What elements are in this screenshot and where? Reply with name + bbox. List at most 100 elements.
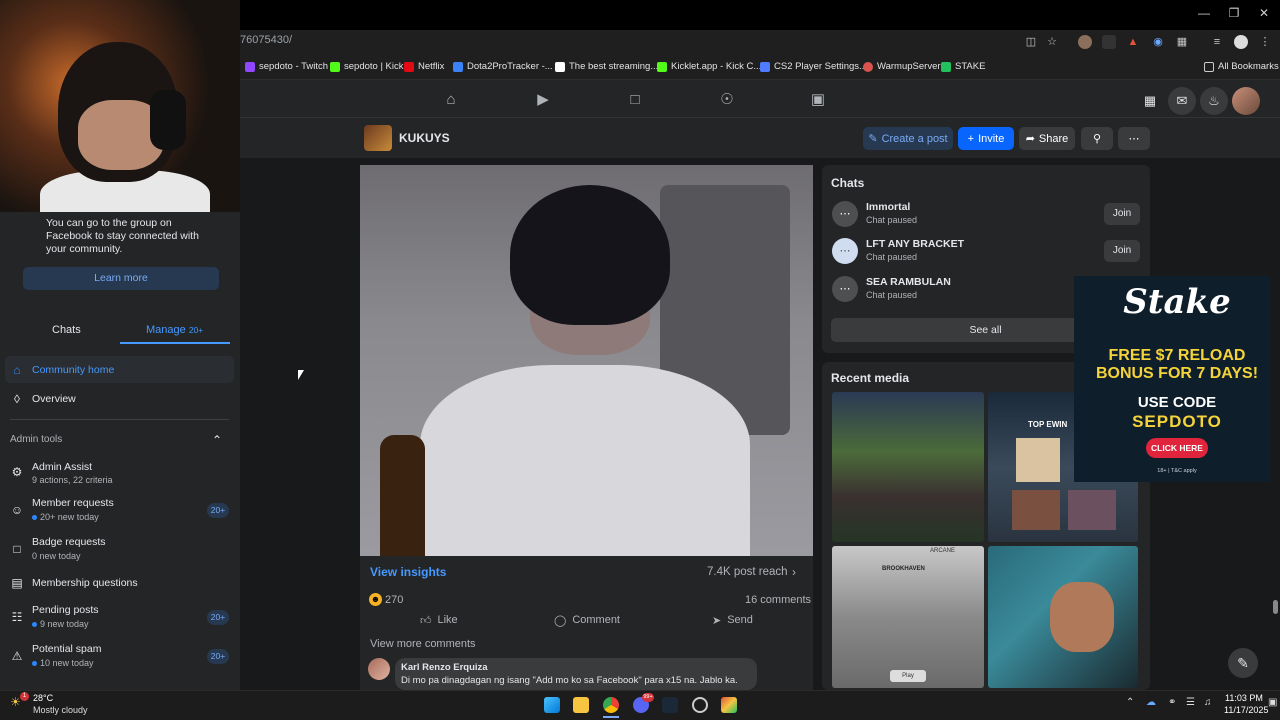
comment-count[interactable]: 16 comments bbox=[745, 594, 811, 606]
layers-icon[interactable]: ◊ bbox=[10, 392, 24, 406]
potential-spam-sub: 10 new today bbox=[32, 658, 94, 668]
bookmark-icon bbox=[330, 61, 340, 72]
minimize-button[interactable]: — bbox=[1194, 6, 1214, 22]
groups-icon[interactable]: ☉ bbox=[717, 90, 737, 110]
edit-icon: ✎ bbox=[868, 133, 878, 145]
post-reach[interactable]: 7.4K post reach bbox=[707, 566, 788, 578]
page-scrollbar[interactable] bbox=[1270, 160, 1280, 690]
more-options-button[interactable]: ⋯ bbox=[1118, 127, 1150, 150]
extension-icon[interactable]: ▲ bbox=[1126, 35, 1140, 49]
learn-more-button[interactable]: Learn more bbox=[23, 267, 219, 290]
notifications-icon[interactable]: ♨ bbox=[1200, 87, 1228, 115]
messenger-icon[interactable]: ✉ bbox=[1168, 87, 1196, 115]
ad-fine-print: 18+ | T&C apply bbox=[1157, 468, 1197, 474]
haha-reaction-icon: ☻ bbox=[369, 593, 382, 606]
media-thumbnail[interactable] bbox=[988, 546, 1138, 688]
steam-icon[interactable] bbox=[662, 697, 678, 713]
group-avatar[interactable] bbox=[364, 125, 392, 151]
obs-icon[interactable] bbox=[692, 697, 708, 713]
puzzle-icon[interactable]: ▦ bbox=[1175, 35, 1189, 49]
chrome-icon[interactable] bbox=[603, 697, 619, 713]
view-more-comments[interactable]: View more comments bbox=[370, 638, 476, 650]
notifications-icon[interactable]: ▣ bbox=[1268, 697, 1277, 708]
file-explorer-icon[interactable] bbox=[573, 697, 589, 713]
share-button[interactable]: ➦ Share bbox=[1019, 127, 1075, 150]
scrollbar-thumb[interactable] bbox=[1273, 600, 1278, 614]
create-post-button[interactable]: ✎ Create a post bbox=[863, 127, 953, 150]
sidebar-item-pending-posts[interactable]: Pending posts bbox=[32, 604, 99, 616]
bookmark[interactable]: sepdoto | Kick bbox=[330, 61, 404, 72]
join-button[interactable]: Join bbox=[1104, 240, 1140, 262]
profile-avatar[interactable] bbox=[1232, 87, 1260, 115]
menu-grid-icon[interactable]: ▦ bbox=[1136, 87, 1164, 115]
click-here-button[interactable]: CLICK HERE bbox=[1146, 438, 1208, 458]
video-icon[interactable]: ▶ bbox=[533, 90, 553, 110]
bookmark[interactable]: The best streaming... bbox=[555, 61, 658, 72]
sidebar-item-potential-spam[interactable]: Potential spam bbox=[32, 643, 101, 655]
bookmark[interactable]: Kicklet.app - Kick C... bbox=[657, 61, 761, 72]
bookmark[interactable]: CS2 Player Settings... bbox=[760, 61, 867, 72]
app-icon[interactable] bbox=[721, 697, 737, 713]
clock-time[interactable]: 11:03 PM bbox=[1225, 693, 1263, 703]
bookmark[interactable]: WarmupServer bbox=[863, 61, 941, 72]
commenter-avatar[interactable] bbox=[368, 658, 390, 680]
view-insights-link[interactable]: View insights bbox=[370, 565, 446, 579]
extension-icon[interactable] bbox=[1078, 35, 1092, 49]
gaming-icon[interactable]: ▣ bbox=[808, 90, 828, 110]
all-bookmarks[interactable]: All Bookmarks bbox=[1204, 61, 1279, 72]
group-name[interactable]: KUKUYS bbox=[399, 131, 450, 145]
comment-author[interactable]: Karl Renzo Erquiza bbox=[401, 662, 488, 673]
sidebar-item-membership-questions[interactable]: Membership questions bbox=[32, 577, 138, 589]
comment-button[interactable]: ◯ Comment bbox=[554, 614, 620, 627]
media-thumbnail[interactable] bbox=[832, 392, 984, 542]
chevron-up-icon[interactable]: ⌃ bbox=[1126, 697, 1134, 708]
cast-icon[interactable]: ◫ bbox=[1024, 35, 1038, 49]
tab-manage[interactable]: Manage 20+ bbox=[146, 324, 203, 336]
like-button[interactable]: 👍︎ Like bbox=[420, 614, 458, 627]
marketplace-icon[interactable]: □ bbox=[625, 90, 645, 110]
restore-button[interactable]: ❐ bbox=[1224, 6, 1244, 22]
post-video[interactable] bbox=[360, 165, 813, 556]
temperature[interactable]: 28°C bbox=[33, 693, 53, 703]
bookmark[interactable]: sepdoto - Twitch bbox=[245, 61, 328, 72]
invite-button[interactable]: + Invite bbox=[958, 127, 1014, 150]
sidebar-item-overview[interactable]: Overview bbox=[32, 393, 76, 405]
wifi-icon[interactable]: ☰ bbox=[1186, 697, 1195, 708]
bookmark[interactable]: Netflix bbox=[404, 61, 444, 72]
more-icon[interactable]: ⋮ bbox=[1258, 35, 1272, 49]
tab-chats[interactable]: Chats bbox=[52, 324, 81, 336]
extension-icon[interactable] bbox=[1102, 35, 1116, 49]
reaction-count[interactable]: 270 bbox=[385, 594, 403, 606]
send-button[interactable]: ➤ Send bbox=[712, 614, 753, 627]
tab-search-icon[interactable]: ≡ bbox=[1210, 35, 1224, 49]
url-text[interactable]: 76075430/ bbox=[240, 34, 292, 46]
microphone-icon[interactable]: ⚭ bbox=[1168, 697, 1176, 708]
chat-name[interactable]: Immortal bbox=[866, 201, 910, 213]
sidebar-item-badge-requests[interactable]: Badge requests bbox=[32, 536, 106, 548]
sidebar-item-admin-assist[interactable]: Admin Assist bbox=[32, 461, 92, 473]
stake-ad[interactable]: Stake FREE $7 RELOAD BONUS FOR 7 DAYS! US… bbox=[1074, 276, 1280, 482]
bookmark[interactable]: STAKE bbox=[941, 61, 985, 72]
star-icon[interactable]: ☆ bbox=[1045, 35, 1059, 49]
close-button[interactable]: ✕ bbox=[1254, 6, 1274, 22]
tray-app-icon[interactable]: ☁ bbox=[1146, 697, 1156, 708]
chat-name[interactable]: SEA RAMBULAN bbox=[866, 276, 951, 288]
profile-icon[interactable] bbox=[1234, 35, 1248, 49]
chat-status: Chat paused bbox=[866, 252, 918, 262]
clock-date[interactable]: 11/17/2025 bbox=[1224, 705, 1268, 715]
join-button[interactable]: Join bbox=[1104, 203, 1140, 225]
search-button[interactable]: ⚲ bbox=[1081, 127, 1113, 150]
chevron-up-icon[interactable]: ⌃ bbox=[210, 433, 224, 447]
extension-icon[interactable]: ◉ bbox=[1151, 35, 1165, 49]
chevron-right-icon[interactable]: › bbox=[792, 565, 796, 579]
home-icon[interactable]: ⌂ bbox=[441, 90, 461, 110]
count-badge: 20+ bbox=[207, 610, 229, 625]
chat-name[interactable]: LFT ANY BRACKET bbox=[866, 238, 964, 250]
windows-start-icon[interactable] bbox=[544, 697, 560, 713]
new-message-icon[interactable]: ✎ bbox=[1228, 648, 1258, 678]
weather-desc[interactable]: Mostly cloudy bbox=[33, 705, 88, 715]
media-thumbnail[interactable]: ARCANE BROOKHAVEN Play bbox=[832, 546, 984, 688]
bookmark[interactable]: Dota2ProTracker -... bbox=[453, 61, 553, 72]
volume-icon[interactable]: ♫ bbox=[1204, 697, 1212, 708]
sidebar-item-member-requests[interactable]: Member requests bbox=[32, 497, 114, 509]
